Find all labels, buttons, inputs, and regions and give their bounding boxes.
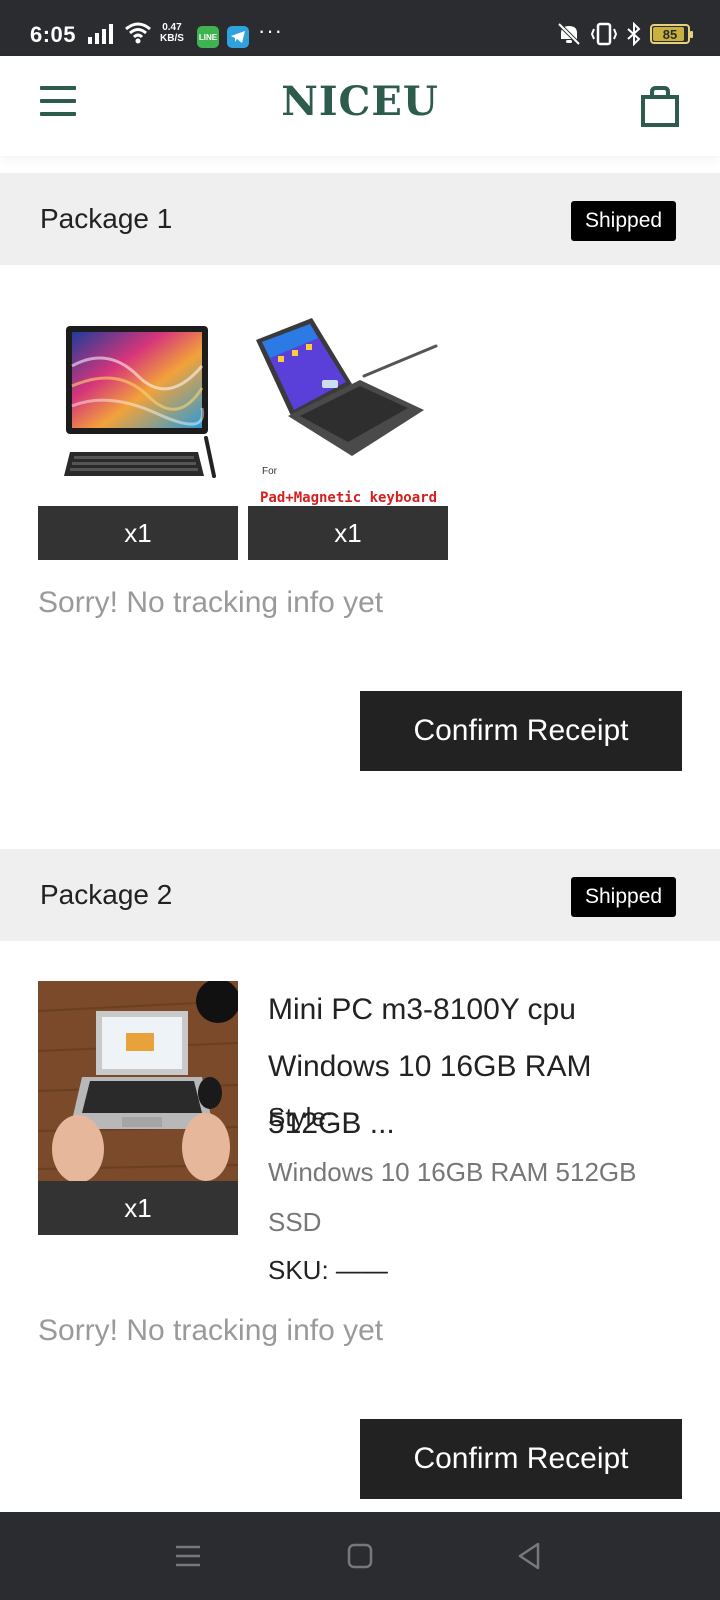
status-badge: Shipped — [571, 201, 677, 241]
app-header: NICEU — [0, 56, 720, 156]
package-2-header: Package 2 Shipped — [0, 849, 720, 941]
product-image-pad-keyboard[interactable]: For Pad+Magnetic keyboard — [248, 306, 448, 506]
package-1-header: Package 1 Shipped — [0, 173, 720, 265]
package-title: Package 1 — [40, 203, 173, 234]
mute-bell-icon — [557, 22, 581, 46]
tracking-status: Sorry! No tracking info yet — [38, 586, 384, 619]
wifi-icon — [125, 22, 151, 44]
back-icon[interactable] — [512, 1538, 548, 1574]
mini-pc-image — [38, 981, 238, 1181]
shopping-bag-icon[interactable] — [640, 86, 680, 128]
product-image-mini-pc[interactable] — [38, 981, 238, 1181]
product-image-tablet-keyboard[interactable] — [38, 306, 238, 506]
bluetooth-icon — [627, 22, 641, 46]
more-notifications-icon: ··· — [258, 18, 283, 43]
quantity-label: x1 — [248, 506, 448, 560]
telegram-app-icon — [227, 26, 249, 48]
cellular-signal-icon — [88, 24, 113, 44]
pad-keyboard-image — [256, 318, 438, 456]
recent-apps-icon[interactable] — [170, 1538, 206, 1574]
network-speed-unit: KB/S — [160, 33, 184, 44]
status-time: 6:05 — [30, 22, 77, 47]
network-speed: 0.47 KB/S — [160, 22, 184, 44]
system-navigation-bar — [0, 1512, 720, 1600]
brand-logo[interactable]: NICEU — [0, 78, 720, 125]
status-right: 85 — [556, 22, 693, 46]
home-icon[interactable] — [342, 1538, 378, 1574]
image-caption: Pad+Magnetic keyboard — [260, 490, 438, 506]
network-speed-value: 0.47 — [162, 22, 182, 33]
status-bar: 6:05 0.47 KB/S LINE ··· 85 — [0, 0, 720, 56]
line-app-icon: LINE — [197, 26, 219, 48]
sku-label: SKU: —— — [268, 1255, 388, 1285]
image-caption-small: For — [262, 466, 277, 477]
battery-icon: 85 — [650, 24, 693, 44]
vibrate-icon — [590, 22, 618, 46]
confirm-receipt-button[interactable]: Confirm Receipt — [360, 1419, 682, 1499]
tablet-image — [64, 326, 216, 478]
style-value: Windows 10 16GB RAM 512GB SSD — [268, 1157, 637, 1237]
confirm-receipt-button[interactable]: Confirm Receipt — [360, 691, 682, 771]
quantity-label: x1 — [38, 506, 238, 560]
style-label: Style: — [268, 1102, 334, 1132]
status-badge: Shipped — [571, 877, 677, 917]
package-title: Package 2 — [40, 879, 173, 910]
tracking-status: Sorry! No tracking info yet — [38, 1314, 384, 1347]
battery-level: 85 — [662, 26, 678, 42]
quantity-label: x1 — [38, 1181, 238, 1235]
